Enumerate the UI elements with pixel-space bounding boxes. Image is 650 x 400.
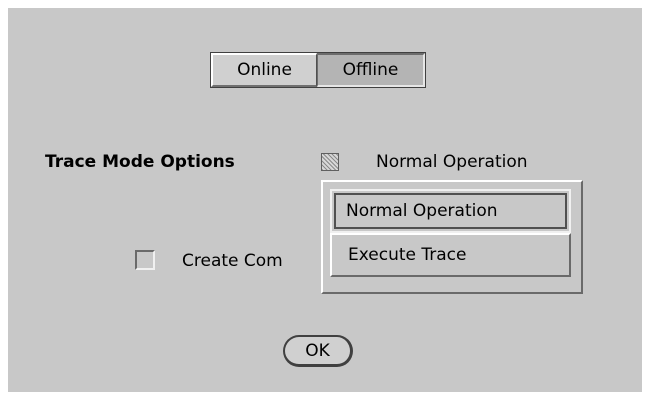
trace-mode-dropdown: Normal Operation Execute Trace — [321, 180, 583, 294]
trace-mode-value[interactable]: Normal Operation — [376, 152, 528, 172]
dialog-panel: Online Offline Trace Mode Options Normal… — [8, 8, 642, 392]
menu-item-normal-operation[interactable]: Normal Operation — [330, 189, 571, 233]
online-button[interactable]: Online — [211, 53, 317, 87]
menu-item-label: Normal Operation — [334, 193, 567, 229]
mode-toggle: Online Offline — [210, 52, 426, 88]
offline-button[interactable]: Offline — [317, 53, 425, 87]
trace-mode-label: Trace Mode Options — [45, 152, 235, 172]
create-checkbox-label: Create Com — [182, 251, 283, 271]
menu-glyph-icon[interactable] — [321, 153, 339, 171]
ok-button[interactable]: OK — [283, 335, 353, 367]
create-checkbox[interactable] — [135, 250, 155, 270]
menu-item-execute-trace[interactable]: Execute Trace — [330, 233, 571, 277]
